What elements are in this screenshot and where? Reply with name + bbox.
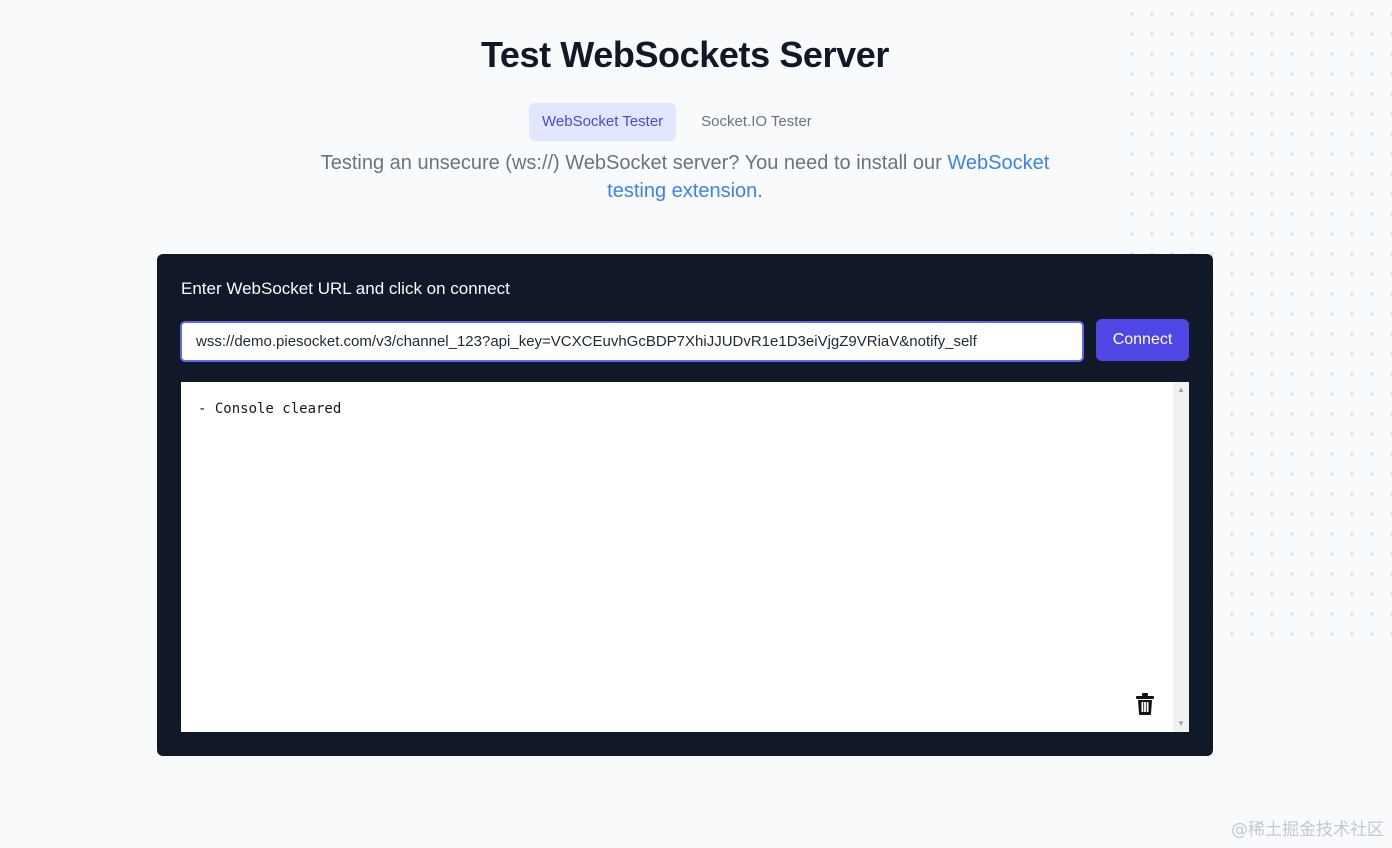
url-instruction-label: Enter WebSocket URL and click on connect xyxy=(181,279,510,298)
trash-icon[interactable] xyxy=(1135,692,1155,716)
console-scrollbar[interactable]: ▲ ▼ xyxy=(1173,382,1189,732)
websocket-url-input[interactable] xyxy=(180,321,1084,362)
tester-tabs: WebSocket Tester Socket.IO Tester xyxy=(529,103,825,141)
extension-notice: Testing an unsecure (ws://) WebSocket se… xyxy=(300,149,1070,205)
console-line: - Console cleared xyxy=(198,401,342,417)
scroll-down-arrow-icon[interactable]: ▼ xyxy=(1173,716,1189,732)
page-title: Test WebSockets Server xyxy=(480,34,890,75)
scroll-up-arrow-icon[interactable]: ▲ xyxy=(1173,382,1189,398)
watermark: @稀土掘金技术社区 xyxy=(1231,820,1384,840)
console-output: - Console cleared ▲ ▼ xyxy=(181,382,1189,732)
tab-websocket-tester[interactable]: WebSocket Tester xyxy=(529,103,677,141)
page: Test WebSockets Server WebSocket Tester … xyxy=(0,0,1392,848)
notice-text: Testing an unsecure (ws://) WebSocket se… xyxy=(320,152,948,174)
tab-socketio-tester[interactable]: Socket.IO Tester xyxy=(688,103,825,141)
tester-panel: Enter WebSocket URL and click on connect… xyxy=(157,254,1213,756)
notice-suffix: . xyxy=(757,180,763,202)
connect-button[interactable]: Connect xyxy=(1096,319,1189,361)
